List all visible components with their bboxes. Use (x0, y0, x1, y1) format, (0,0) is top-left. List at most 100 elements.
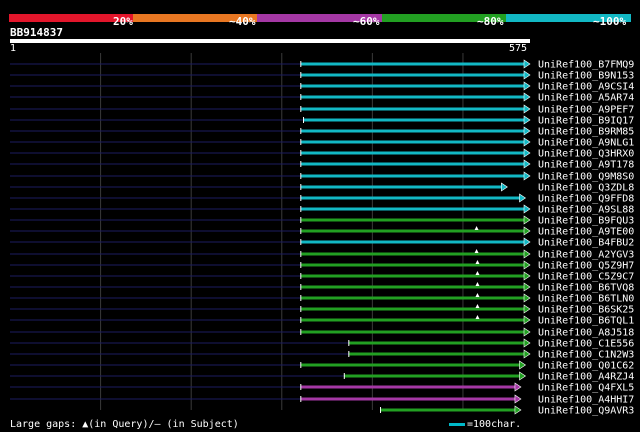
hit-label: UniRef100_B9RM85 (538, 127, 634, 138)
hit-bar (300, 285, 525, 289)
hit-arrow (501, 182, 508, 192)
hit-label: UniRef100_C5Z9C7 (538, 272, 634, 283)
hit-label: UniRef100_Q3ZDL8 (538, 183, 634, 194)
hit-label: UniRef100_C1N2W3 (538, 350, 634, 361)
hit-bar (300, 185, 503, 189)
hit-arrow (523, 126, 531, 136)
hit-label: UniRef100_Q5Z9H7 (538, 261, 634, 272)
hit-bar (344, 374, 521, 378)
hit-label: UniRef100_B7FMQ9 (538, 60, 634, 71)
hit-label: UniRef100_Q4FXL5 (538, 383, 634, 394)
hit-bar (300, 263, 525, 267)
hit-arrow (523, 215, 531, 225)
hit-bar (300, 252, 525, 256)
gap-marker-icon (475, 315, 480, 319)
hit-bar (300, 307, 525, 311)
hit-arrow (523, 315, 531, 325)
hit-bar (300, 229, 525, 233)
hit-bar (300, 151, 525, 155)
hit-arrow (523, 115, 531, 125)
hit-bar (300, 363, 521, 367)
hit-label: UniRef100_Q3HRX0 (538, 149, 634, 160)
hit-bar (300, 174, 525, 178)
gap-marker-icon (475, 282, 480, 286)
hit-label: UniRef100_A9PEF7 (538, 105, 634, 116)
hit-bar (300, 162, 525, 166)
hit-bar (300, 107, 525, 111)
hit-arrow (523, 226, 531, 236)
hit-bar (300, 385, 516, 389)
hit-label: UniRef100_A4RZJ4 (538, 372, 634, 383)
hit-arrow (523, 159, 531, 169)
alignment-hits-plot: UniRef100_B7FMQ9UniRef100_B9N153UniRef10… (10, 53, 634, 417)
hit-arrow (523, 338, 531, 348)
hit-bar (300, 296, 525, 300)
large-gaps-legend: Large gaps: ▲(in Query)/– (in Subject) (10, 419, 239, 430)
hit-arrow (514, 382, 522, 392)
hit-bar (300, 240, 525, 244)
hit-label: UniRef100_Q9M8S0 (538, 172, 634, 183)
hit-bar (300, 140, 525, 144)
hit-bar (348, 352, 525, 356)
scale-legend: =100char. (449, 419, 521, 430)
hit-label: UniRef100_A5AR74 (538, 93, 634, 104)
hit-label: UniRef100_A8J518 (538, 328, 634, 339)
hit-arrow (523, 260, 531, 270)
gap-marker-icon (474, 249, 479, 253)
hit-arrow (514, 405, 522, 415)
hit-arrow (519, 360, 527, 370)
hit-arrow (523, 349, 531, 359)
hit-arrow (523, 304, 531, 314)
hit-arrow (514, 394, 522, 404)
hit-arrow (523, 327, 531, 337)
hit-bar (300, 218, 525, 222)
hit-bar (300, 207, 525, 211)
hit-bar (300, 318, 525, 322)
hit-arrow (523, 293, 531, 303)
hit-label: UniRef100_B6TVQ8 (538, 283, 634, 294)
scale-legend-text: =100char. (467, 419, 522, 430)
hit-label: UniRef100_A9NLG1 (538, 138, 634, 149)
hit-label: UniRef100_B6TQL1 (538, 316, 634, 327)
hit-arrow (523, 171, 531, 181)
hit-label: UniRef100_A9CSI4 (538, 82, 634, 93)
hit-bar (300, 73, 525, 77)
hit-arrow (523, 249, 531, 259)
hit-arrow (523, 137, 531, 147)
hit-label: UniRef100_A9T178 (538, 160, 634, 171)
hit-bar (300, 196, 521, 200)
hit-bar (303, 118, 525, 122)
hit-arrow (523, 92, 531, 102)
hit-arrow (523, 70, 531, 80)
hit-label: UniRef100_B9IQ17 (538, 116, 634, 127)
scale-swatch (449, 422, 465, 426)
gap-marker-icon (475, 271, 480, 275)
hit-label: UniRef100_A4HHI7 (538, 395, 634, 406)
hit-label: UniRef100_B6SK25 (538, 305, 634, 316)
hit-arrow (519, 371, 527, 381)
gap-marker-icon (475, 293, 480, 297)
hit-label: UniRef100_Q01C62 (538, 361, 634, 372)
hit-label: UniRef100_B4FBU2 (538, 238, 634, 249)
hit-arrow (523, 148, 531, 158)
gap-marker-icon (475, 260, 480, 264)
hit-arrow (523, 104, 531, 114)
hit-arrow (523, 204, 531, 214)
hit-label: UniRef100_A9SL88 (538, 205, 634, 216)
hit-arrow (519, 193, 527, 203)
hit-bar (300, 95, 525, 99)
hit-label: UniRef100_Q9FFD8 (538, 194, 634, 205)
hit-bar (300, 274, 525, 278)
gap-marker-icon (475, 304, 480, 308)
hit-bar (348, 341, 525, 345)
hit-arrow (523, 271, 531, 281)
hit-label: UniRef100_B6TLN0 (538, 294, 634, 305)
hit-bar (300, 84, 525, 88)
hit-bar (300, 62, 525, 66)
blast-overview-panel: 20% ~40% ~60% ~80% ~100% BB914837 1 575 … (0, 0, 640, 432)
hit-label: UniRef100_B9N153 (538, 71, 634, 82)
gap-marker-icon (474, 226, 479, 230)
hit-bar (380, 408, 516, 412)
hit-label: UniRef100_A9TE00 (538, 227, 634, 238)
hit-arrow (523, 81, 531, 91)
